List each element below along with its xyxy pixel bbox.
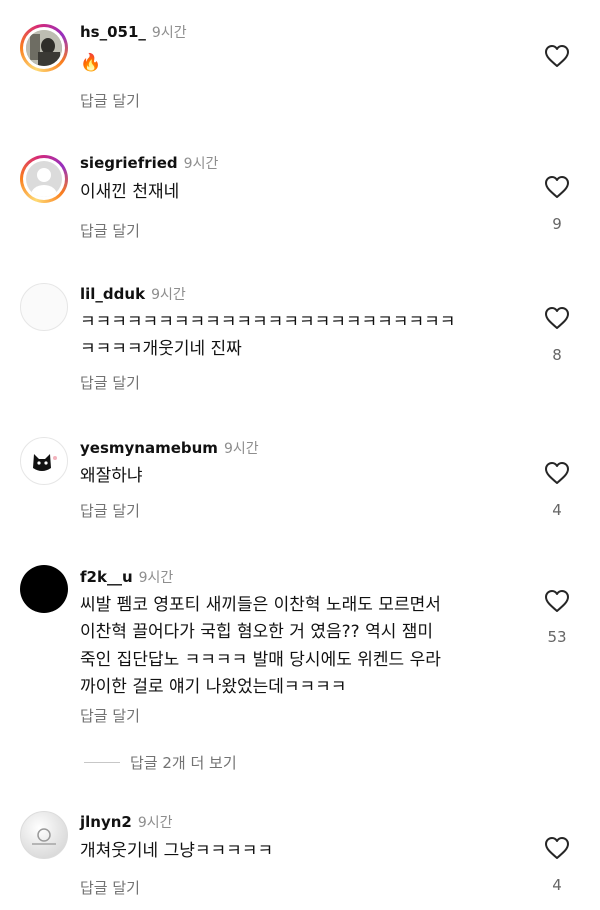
avatar[interactable] (20, 565, 68, 613)
username[interactable]: hs_051_ (80, 23, 146, 41)
username[interactable]: yesmynamebum (80, 439, 218, 457)
username[interactable]: f2k__u (80, 568, 133, 586)
avatar[interactable] (20, 811, 68, 859)
comment-text: 이새낀 천재네 (80, 182, 180, 202)
avatar[interactable] (20, 24, 68, 72)
comment-header: yesmynamebum 9시간 (80, 438, 259, 458)
default-avatar-icon (31, 168, 57, 197)
reply-button[interactable]: 답글 달기 (80, 90, 140, 111)
heart-outline-icon[interactable] (544, 461, 570, 485)
timestamp: 9시간 (223, 441, 259, 457)
comment-text-line: 까이한 걸로 얘기 나왔었는데ㅋㅋㅋㅋ (80, 677, 347, 697)
reply-button[interactable]: 답글 달기 (80, 372, 140, 393)
profile-photo (32, 828, 56, 845)
username[interactable]: lil_dduk (80, 285, 145, 303)
like-count: 4 (552, 501, 562, 519)
timestamp: 9시간 (137, 815, 173, 831)
view-more-divider (84, 762, 120, 763)
comment-text: 개쳐웃기네 그냥ㅋㅋㅋㅋㅋ (80, 841, 274, 861)
reply-button[interactable]: 답글 달기 (80, 877, 140, 898)
avatar[interactable] (20, 155, 68, 203)
timestamp: 9시간 (151, 25, 187, 41)
comment-text: 왜잘하냐 (80, 466, 143, 486)
like-count: 9 (552, 215, 562, 233)
comment-text-line: ㅋㅋㅋㅋㅋㅋㅋㅋㅋㅋㅋㅋㅋㅋㅋㅋㅋㅋㅋㅋㅋㅋㅋㅋ (80, 312, 456, 332)
heart-outline-icon[interactable] (544, 306, 570, 330)
cat-avatar-icon (33, 454, 57, 471)
comment-text-line: 이찬혁 끌어다가 국힙 혐오한 거 였음?? 역시 잼미 (80, 622, 434, 642)
reply-button[interactable]: 답글 달기 (80, 500, 140, 521)
comment-text: 🔥 (80, 53, 102, 73)
comment-header: jlnyn2 9시간 (80, 812, 173, 832)
heart-outline-icon[interactable] (544, 44, 570, 68)
like-count: 4 (552, 876, 562, 894)
profile-photo (26, 30, 62, 66)
heart-outline-icon[interactable] (544, 836, 570, 860)
comment-header: lil_dduk 9시간 (80, 284, 186, 304)
comment-header: f2k__u 9시간 (80, 567, 173, 587)
comment-text-line: 죽인 집단답노 ㅋㅋㅋㅋ 발매 당시에도 위켄드 우라 (80, 650, 441, 670)
comment-header: hs_051_ 9시간 (80, 22, 187, 42)
reply-button[interactable]: 답글 달기 (80, 705, 140, 726)
view-more-replies-button[interactable]: 답글 2개 더 보기 (130, 752, 237, 773)
like-count: 53 (547, 628, 567, 646)
reply-button[interactable]: 답글 달기 (80, 220, 140, 241)
username[interactable]: jlnyn2 (80, 813, 132, 831)
comment-header: siegriefried 9시간 (80, 153, 218, 173)
timestamp: 9시간 (151, 287, 186, 303)
timestamp: 9시간 (138, 570, 174, 586)
avatar[interactable] (20, 283, 68, 331)
avatar[interactable] (20, 437, 68, 485)
comment-text-line: ㅋㅋㅋㅋ개웃기네 진짜 (80, 339, 242, 359)
heart-outline-icon[interactable] (544, 589, 570, 613)
timestamp: 9시간 (183, 156, 219, 172)
comment-text-line: 씨발 펨코 영포티 새끼들은 이찬혁 노래도 모르면서 (80, 595, 441, 615)
username[interactable]: siegriefried (80, 154, 178, 172)
like-count: 8 (552, 346, 562, 364)
heart-outline-icon[interactable] (544, 175, 570, 199)
